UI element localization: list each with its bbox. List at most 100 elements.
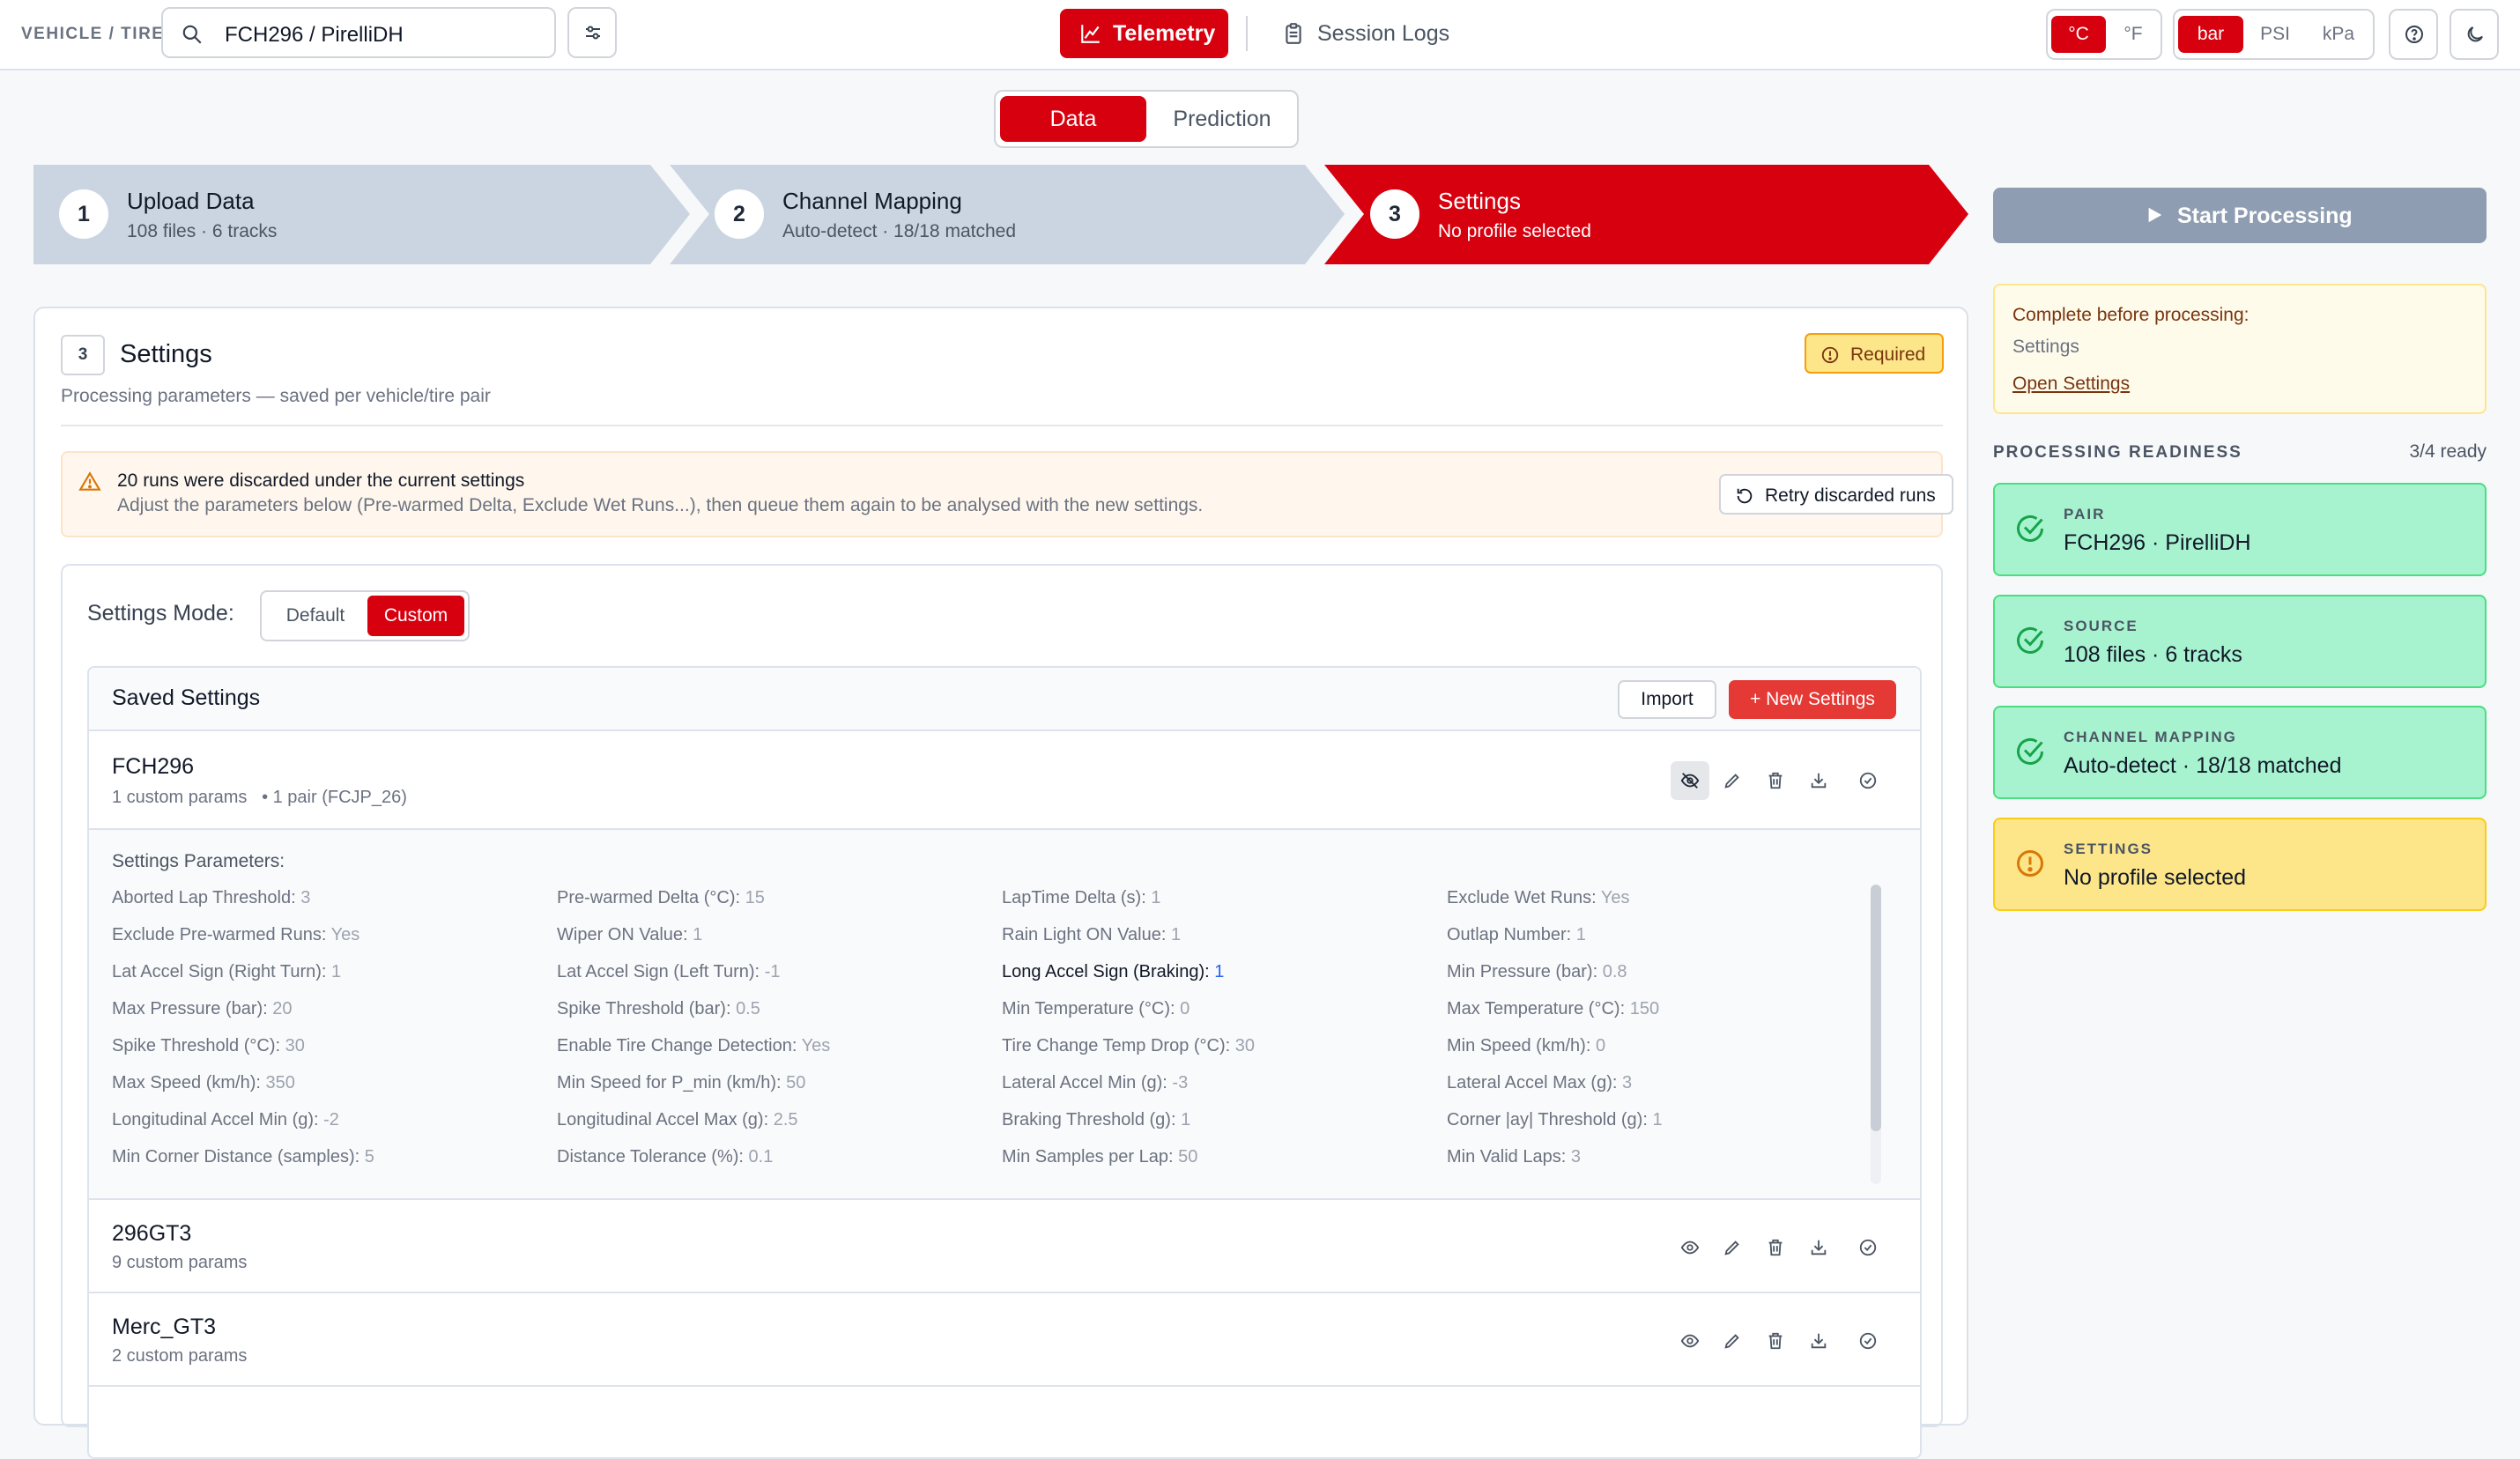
import-button[interactable]: Import bbox=[1618, 680, 1716, 719]
delete-button[interactable] bbox=[1756, 761, 1795, 800]
telemetry-label: Telemetry bbox=[1113, 21, 1216, 46]
param-label: Max Temperature (°C): bbox=[1447, 999, 1626, 1018]
unit-psi[interactable]: PSI bbox=[2245, 16, 2305, 53]
readiness-label: SETTINGS bbox=[2064, 841, 2153, 857]
apply-button[interactable] bbox=[1849, 1228, 1887, 1267]
param-value: -3 bbox=[1172, 1073, 1189, 1092]
profile-meta: 9 custom params bbox=[112, 1253, 248, 1272]
param-value: -2 bbox=[323, 1110, 339, 1129]
clipboard-icon bbox=[1286, 23, 1301, 44]
apply-button[interactable] bbox=[1849, 761, 1887, 800]
profile-name: Merc_GT3 bbox=[112, 1315, 217, 1339]
setting-param: Max Pressure (bar): 20 bbox=[112, 999, 293, 1019]
readiness-count: 3/4 ready bbox=[2409, 441, 2487, 462]
param-label: Lateral Accel Min (g): bbox=[1002, 1073, 1167, 1092]
unit-fahrenheit[interactable]: °F bbox=[2108, 16, 2159, 53]
mode-default[interactable]: Default bbox=[265, 596, 366, 636]
setting-param: Lat Accel Sign (Left Turn): -1 bbox=[557, 962, 780, 982]
step-1-title[interactable]: Upload Data bbox=[127, 188, 255, 215]
search-value[interactable]: FCH296 / PirelliDH bbox=[225, 23, 404, 48]
mode-custom[interactable]: Custom bbox=[367, 596, 464, 636]
theme-toggle-button[interactable] bbox=[2450, 9, 2499, 60]
download-button[interactable] bbox=[1799, 1228, 1838, 1267]
param-value: 350 bbox=[265, 1073, 295, 1092]
pencil-icon bbox=[1724, 774, 1739, 789]
unit-celsius[interactable]: °C bbox=[2051, 16, 2106, 53]
profile-meta: 1 custom params • 1 pair (FCJP_26) bbox=[112, 788, 407, 807]
start-processing-button[interactable]: Start Processing bbox=[1993, 188, 2487, 243]
profile-row-fch296[interactable]: FCH296 1 custom params • 1 pair (FCJP_26… bbox=[89, 731, 1920, 830]
readiness-label: CHANNEL MAPPING bbox=[2064, 729, 2237, 745]
param-value: 0.1 bbox=[748, 1147, 774, 1166]
setting-param: Rain Light ON Value: 1 bbox=[1002, 925, 1181, 945]
tab-data[interactable]: Data bbox=[1000, 96, 1146, 142]
apply-button[interactable] bbox=[1849, 1322, 1887, 1360]
profile-row-merc-gt3[interactable]: Merc_GT3 2 custom params bbox=[89, 1293, 1920, 1387]
alert-circle-icon bbox=[2017, 850, 2043, 877]
param-value: 3 bbox=[1621, 1073, 1633, 1092]
scrollbar-thumb[interactable] bbox=[1871, 885, 1881, 1131]
setting-param: Enable Tire Change Detection: Yes bbox=[557, 1036, 830, 1056]
vehicle-tire-label: VEHICLE / TIRE bbox=[21, 25, 165, 43]
setting-param: Pre-warmed Delta (°C): 15 bbox=[557, 888, 765, 908]
retry-discarded-runs-button[interactable]: Retry discarded runs bbox=[1719, 474, 1953, 515]
setting-param: Exclude Wet Runs: Yes bbox=[1447, 888, 1630, 908]
stepper: 1 Upload Data 108 files · 6 tracks 2 Cha… bbox=[33, 165, 1968, 264]
tab-prediction[interactable]: Prediction bbox=[1151, 96, 1293, 142]
settings-mode-toggle: Default Custom bbox=[260, 590, 470, 641]
hide-button[interactable] bbox=[1671, 761, 1709, 800]
eye-icon bbox=[1680, 1241, 1700, 1255]
edit-button[interactable] bbox=[1713, 1322, 1752, 1360]
profile-row-296gt3[interactable]: 296GT3 9 custom params bbox=[89, 1200, 1920, 1293]
vehicle-tire-search[interactable]: FCH296 / PirelliDH bbox=[161, 7, 556, 58]
param-label: Aborted Lap Threshold: bbox=[112, 888, 296, 907]
unit-kpa[interactable]: kPa bbox=[2307, 16, 2370, 53]
edit-button[interactable] bbox=[1713, 1228, 1752, 1267]
edit-button[interactable] bbox=[1713, 761, 1752, 800]
param-value: 1 bbox=[1652, 1110, 1663, 1129]
param-value: -1 bbox=[764, 962, 781, 981]
param-value: 150 bbox=[1629, 999, 1660, 1018]
settings-mode-label: Settings Mode: bbox=[87, 601, 234, 626]
moon-icon bbox=[2467, 26, 2483, 42]
download-button[interactable] bbox=[1799, 1322, 1838, 1360]
param-label: Min Speed (km/h): bbox=[1447, 1036, 1591, 1055]
profile-name: 296GT3 bbox=[112, 1221, 192, 1246]
new-settings-button[interactable]: + New Settings bbox=[1729, 680, 1896, 719]
param-value: 0.8 bbox=[1602, 962, 1627, 981]
stepper-shapes bbox=[33, 165, 1968, 264]
processing-readiness-title: PROCESSING READINESS bbox=[1993, 443, 2242, 462]
profile-actions bbox=[1671, 1322, 1909, 1360]
delete-button[interactable] bbox=[1756, 1228, 1795, 1267]
view-button[interactable] bbox=[1671, 1228, 1709, 1267]
setting-param: Lateral Accel Max (g): 3 bbox=[1447, 1073, 1632, 1093]
readiness-label: PAIR bbox=[2064, 506, 2106, 522]
param-label: Spike Threshold (bar): bbox=[557, 999, 731, 1018]
param-value: 3 bbox=[1570, 1147, 1581, 1166]
setting-param: Min Samples per Lap: 50 bbox=[1002, 1147, 1197, 1167]
step-3-subtitle: No profile selected bbox=[1438, 221, 1591, 241]
unit-bar[interactable]: bar bbox=[2178, 16, 2243, 53]
open-settings-link[interactable]: Open Settings bbox=[2012, 374, 2130, 395]
eye-off-icon bbox=[1680, 773, 1700, 789]
setting-param: LapTime Delta (s): 1 bbox=[1002, 888, 1160, 908]
param-label: Min Speed for P_min (km/h): bbox=[557, 1073, 782, 1092]
view-button[interactable] bbox=[1671, 1322, 1709, 1360]
complete-title: Complete before processing: bbox=[2012, 305, 2249, 325]
setting-param: Wiper ON Value: 1 bbox=[557, 925, 702, 945]
param-label: Spike Threshold (°C): bbox=[112, 1036, 281, 1055]
step-2-title[interactable]: Channel Mapping bbox=[782, 188, 962, 215]
help-button[interactable] bbox=[2389, 9, 2438, 60]
play-icon bbox=[2148, 207, 2162, 223]
profile-meta: 2 custom params bbox=[112, 1346, 248, 1366]
step-2-number: 2 bbox=[715, 189, 764, 239]
download-button[interactable] bbox=[1799, 761, 1838, 800]
setting-param: Spike Threshold (°C): 30 bbox=[112, 1036, 305, 1056]
delete-button[interactable] bbox=[1756, 1322, 1795, 1360]
param-label: Lateral Accel Max (g): bbox=[1447, 1073, 1618, 1092]
param-value: 1 bbox=[1214, 962, 1225, 981]
step-3-number: 3 bbox=[1370, 189, 1419, 239]
filter-button[interactable] bbox=[567, 7, 617, 58]
telemetry-button[interactable]: Telemetry bbox=[1060, 9, 1228, 58]
step-3-title[interactable]: Settings bbox=[1438, 188, 1521, 215]
